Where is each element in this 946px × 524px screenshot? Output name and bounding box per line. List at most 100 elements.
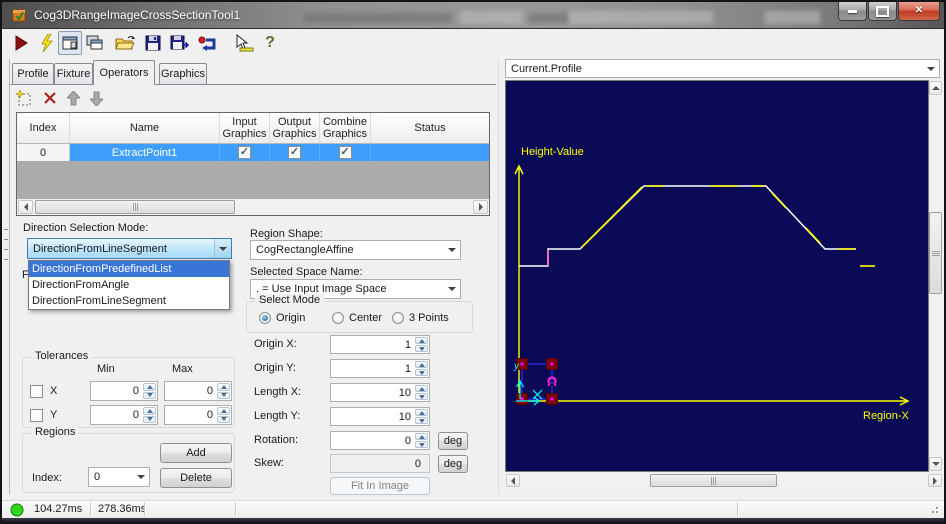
spin-down-button[interactable] [415, 345, 428, 352]
display-vscroll-thumb[interactable] [929, 212, 942, 294]
open-file-button[interactable] [113, 31, 137, 55]
scroll-up-button[interactable] [929, 81, 942, 95]
electric-run-button[interactable] [35, 31, 59, 55]
column-header-name[interactable]: Name [70, 113, 220, 143]
maximize-button[interactable] [868, 2, 897, 21]
minimize-button[interactable] [838, 2, 867, 21]
column-header-index[interactable]: Index [17, 113, 70, 143]
tolerance-x-checkbox[interactable] [30, 385, 43, 398]
origin-y-field[interactable]: 1 [330, 359, 430, 378]
radio-origin[interactable] [259, 312, 271, 324]
add-operator-button[interactable] [14, 89, 34, 107]
spin-up-button[interactable] [143, 407, 156, 415]
copy-result-window-button[interactable] [83, 31, 107, 55]
origin-y-label: Origin Y: [254, 362, 296, 374]
rotation-field[interactable]: 0 [330, 431, 430, 450]
scroll-right-button[interactable] [928, 474, 942, 487]
region-shape-combobox[interactable]: CogRectangleAffine [250, 240, 461, 260]
scroll-right-button[interactable] [473, 200, 488, 214]
column-header-input-graphics[interactable]: Input Graphics [220, 113, 270, 143]
scroll-down-button[interactable] [929, 457, 942, 471]
display-source-combobox[interactable]: Current.Profile [505, 59, 940, 78]
spin-down-button[interactable] [415, 393, 428, 400]
skew-deg-button[interactable]: deg [438, 455, 468, 473]
scroll-left-button[interactable] [18, 200, 33, 214]
tolerance-x-min-spinner[interactable]: 0 [90, 381, 158, 401]
table-hscroll-thumb[interactable] [35, 200, 235, 214]
delete-region-button[interactable]: Delete [160, 468, 232, 488]
close-button[interactable]: ✕ [898, 2, 940, 21]
spin-up-button[interactable] [415, 409, 428, 416]
tolerance-x-max-spinner[interactable]: 0 [164, 381, 232, 401]
skew-label: Skew: [254, 457, 284, 469]
profile-display[interactable]: Height-Value Region-X y [505, 80, 929, 472]
dropdown-item[interactable]: DirectionFromPredefinedList [29, 261, 229, 277]
tab-operators[interactable]: Operators [93, 60, 155, 85]
tolerance-y-max-spinner[interactable]: 0 [164, 405, 232, 425]
resize-grip[interactable] [932, 511, 934, 513]
spin-down-button[interactable] [143, 391, 156, 399]
tab-profile[interactable]: Profile [12, 63, 54, 84]
show-result-window-button[interactable] [58, 31, 82, 55]
region-index-combobox[interactable]: 0 [88, 467, 150, 487]
column-header-status[interactable]: Status [371, 113, 489, 143]
input-graphics-checkbox[interactable]: ✓ [238, 146, 251, 159]
spin-down-button[interactable] [217, 415, 230, 423]
blurred-watermark-box [459, 10, 523, 25]
open-folder-icon [115, 36, 135, 50]
delete-operator-button[interactable] [40, 89, 60, 107]
table-hscrollbar[interactable] [17, 199, 489, 215]
tolerance-y-min-spinner[interactable]: 0 [90, 405, 158, 425]
column-header-combine-graphics[interactable]: Combine Graphics [320, 113, 371, 143]
radio-3points-label: 3 Points [409, 312, 449, 324]
tolerance-y-checkbox[interactable] [30, 409, 43, 422]
electrode-button[interactable] [232, 31, 256, 55]
resize-grip[interactable] [936, 511, 938, 513]
resize-grip[interactable] [936, 507, 938, 509]
run-button[interactable] [10, 31, 34, 55]
combine-graphics-checkbox[interactable]: ✓ [338, 146, 352, 159]
output-graphics-checkbox[interactable]: ✓ [288, 146, 301, 159]
display-hscroll-thumb[interactable] [650, 474, 777, 487]
origin-x-field[interactable]: 1 [330, 335, 430, 354]
rotation-deg-button[interactable]: deg [438, 432, 468, 450]
left-splitter[interactable] [2, 59, 10, 495]
table-row[interactable]: 0 ExtractPoint1 ✓ ✓ ✓ [17, 144, 489, 161]
direction-mode-combobox[interactable]: DirectionFromLineSegment [27, 238, 232, 259]
help-button[interactable]: ? [258, 31, 282, 55]
radio-center-label: Center [349, 312, 383, 324]
radio-center[interactable] [332, 312, 344, 324]
scroll-left-button[interactable] [506, 474, 520, 487]
move-up-button[interactable] [63, 89, 83, 107]
spin-up-button[interactable] [415, 337, 428, 344]
spin-down-button[interactable] [415, 369, 428, 376]
move-down-button[interactable] [86, 89, 106, 107]
column-header-output-graphics[interactable]: Output Graphics [270, 113, 320, 143]
spin-up-button[interactable] [415, 433, 428, 440]
fit-in-image-button[interactable]: Fit In Image [330, 477, 430, 495]
save-as-button[interactable] [167, 31, 191, 55]
dropdown-item[interactable]: DirectionFromLineSegment [29, 293, 229, 309]
spin-up-button[interactable] [217, 407, 230, 415]
spin-down-button[interactable] [217, 391, 230, 399]
spin-up-button[interactable] [217, 383, 230, 391]
length-x-field[interactable]: 10 [330, 383, 430, 402]
region-overlay[interactable]: y [513, 358, 558, 406]
run-icon [15, 35, 28, 51]
spin-down-button[interactable] [415, 417, 428, 424]
spin-down-button[interactable] [415, 441, 428, 448]
tab-graphics[interactable]: Graphics [159, 63, 207, 84]
radio-3points[interactable] [392, 312, 404, 324]
display-vscrollbar[interactable] [929, 80, 943, 472]
spin-up-button[interactable] [415, 385, 428, 392]
spin-up-button[interactable] [415, 361, 428, 368]
spin-up-button[interactable] [143, 383, 156, 391]
add-region-button[interactable]: Add [160, 443, 232, 463]
display-hscrollbar[interactable] [505, 473, 943, 488]
tab-fixture[interactable]: Fixture [54, 63, 93, 84]
dropdown-item[interactable]: DirectionFromAngle [29, 277, 229, 293]
save-button[interactable] [141, 31, 165, 55]
reset-button[interactable] [196, 31, 220, 55]
length-y-field[interactable]: 10 [330, 407, 430, 426]
spin-down-button[interactable] [143, 415, 156, 423]
